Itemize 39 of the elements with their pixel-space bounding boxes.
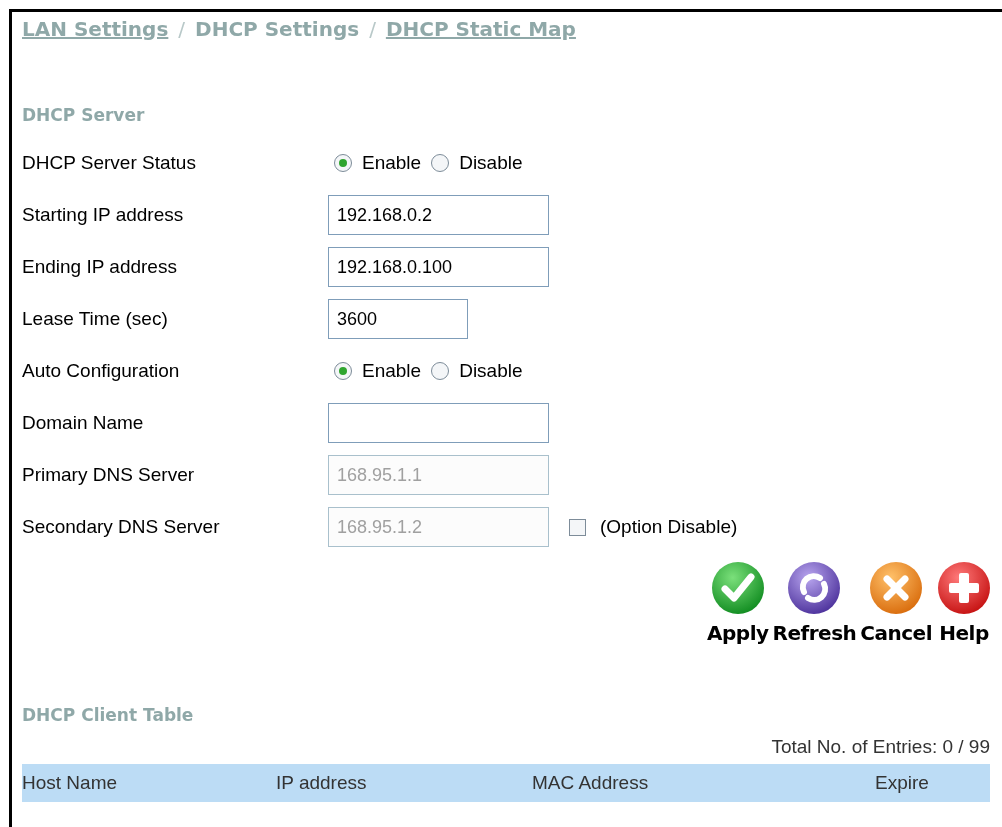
field-label: DHCP Server Status bbox=[22, 150, 197, 175]
radio-label: Enable bbox=[362, 358, 422, 383]
check-icon bbox=[709, 560, 766, 616]
radio-label: Enable bbox=[362, 150, 422, 175]
cancel-button[interactable]: Cancel bbox=[858, 560, 934, 648]
radio-button[interactable] bbox=[431, 154, 450, 172]
breadcrumb-item: DHCP Settings bbox=[195, 16, 360, 43]
field-label: Starting IP address bbox=[22, 202, 185, 227]
refresh-button[interactable]: Refresh bbox=[770, 560, 859, 648]
close-icon bbox=[868, 560, 925, 616]
section-title: DHCP Client Table bbox=[22, 704, 195, 727]
radio-button[interactable] bbox=[334, 362, 352, 380]
field-label: Primary DNS Server bbox=[22, 462, 196, 487]
radio-button[interactable] bbox=[334, 154, 352, 172]
column-header: IP address bbox=[276, 770, 368, 795]
field-label: Secondary DNS Server bbox=[22, 514, 221, 539]
field-label: Domain Name bbox=[22, 410, 145, 435]
breadcrumb-separator: / bbox=[178, 16, 186, 43]
column-header: Host Name bbox=[22, 770, 119, 795]
help-button[interactable]: Help bbox=[934, 560, 994, 648]
breadcrumb-separator: / bbox=[369, 16, 376, 43]
column-header: MAC Address bbox=[532, 770, 650, 795]
text-field[interactable] bbox=[328, 403, 549, 443]
text-field[interactable]: 3600 bbox=[328, 299, 468, 339]
field-label: Ending IP address bbox=[22, 254, 178, 279]
radio-button[interactable] bbox=[431, 362, 450, 380]
column-header: Expire bbox=[875, 770, 929, 795]
checkbox-label: (Option Disable) bbox=[600, 514, 738, 539]
radio-label: Disable bbox=[459, 358, 523, 383]
apply-button[interactable]: Apply bbox=[705, 560, 771, 648]
section-title: DHCP Server bbox=[22, 104, 146, 127]
refresh-icon bbox=[786, 560, 843, 616]
text-field[interactable]: 192.168.0.2 bbox=[328, 195, 549, 235]
field-label: Lease Time (sec) bbox=[22, 306, 169, 331]
radio-label: Disable bbox=[459, 150, 523, 175]
plus-icon bbox=[936, 560, 992, 616]
text-field[interactable]: 192.168.0.100 bbox=[328, 247, 549, 287]
field-label: Auto Configuration bbox=[22, 358, 181, 383]
entries-count: Total No. of Entries: 0 / 99 bbox=[770, 734, 990, 759]
